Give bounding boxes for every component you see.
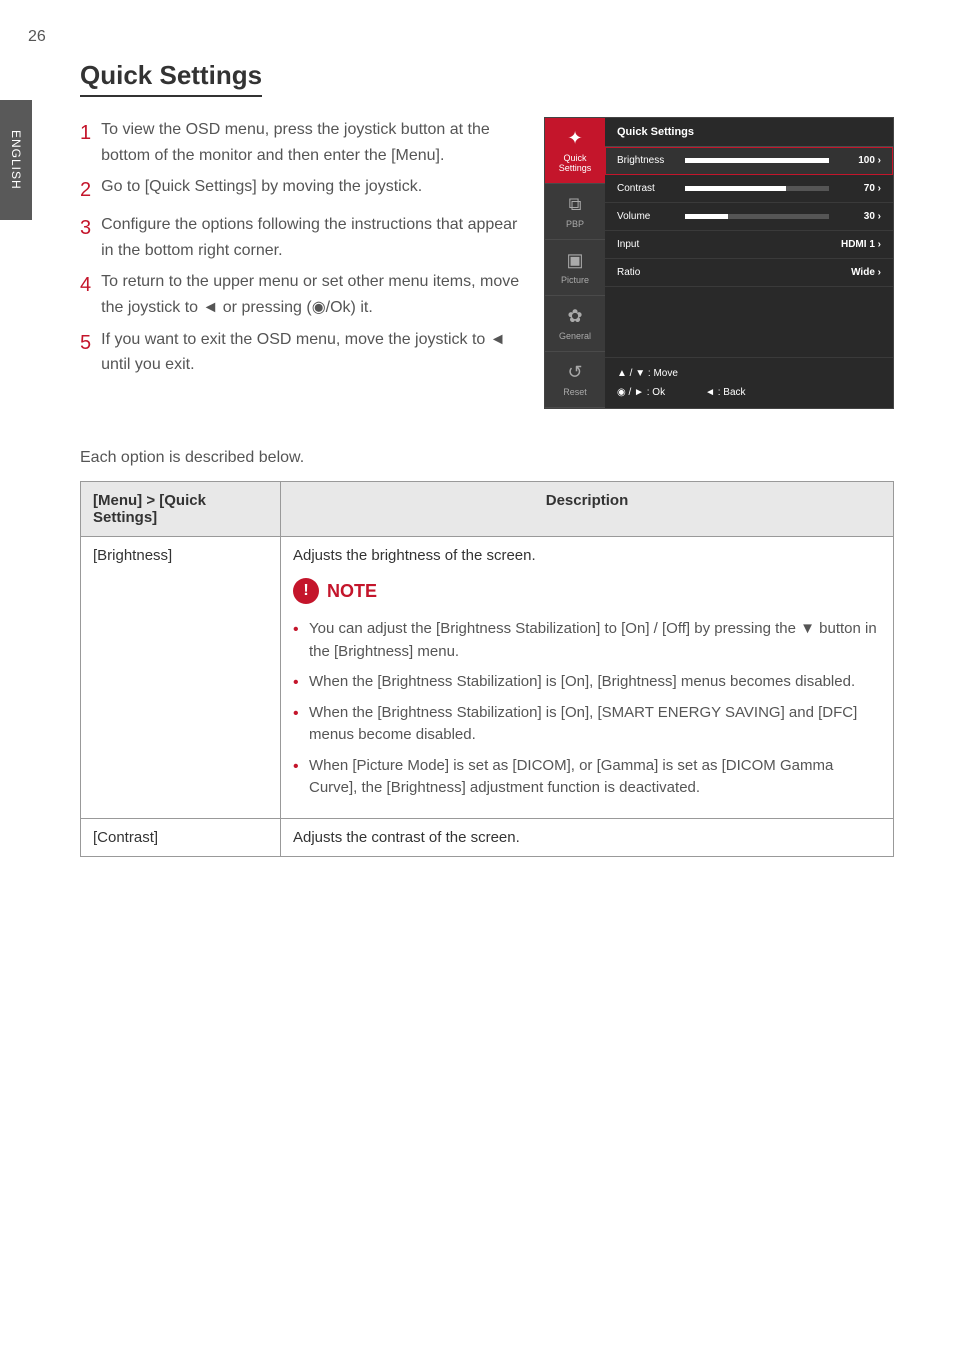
osd-row-label: Input <box>617 239 677 250</box>
step-text: Configure the options following the inst… <box>101 212 524 263</box>
note-icon: ! <box>293 578 319 604</box>
step-item: 4 To return to the upper menu or set oth… <box>80 269 524 320</box>
osd-row-label: Brightness <box>617 155 677 166</box>
sidebar-label: Reset <box>563 387 587 397</box>
osd-row-value: Wide › <box>837 267 881 278</box>
osd-row-value: 30 › <box>837 211 881 222</box>
osd-row-volume[interactable]: Volume 30 › <box>605 203 893 231</box>
osd-row-value: 100 › <box>837 155 881 166</box>
step-number: 1 <box>80 117 91 168</box>
table-cell-desc: Adjusts the brightness of the screen. ! … <box>281 537 894 819</box>
bullet-item: When the [Brightness Stabilization] is [… <box>293 671 881 694</box>
footer-ok-hint: ◉ / ► : Ok <box>617 387 665 398</box>
picture-icon: ▣ <box>549 250 601 271</box>
osd-row-value: HDMI 1 › <box>837 239 881 250</box>
language-tab: ENGLISH <box>0 100 32 220</box>
desc-intro: Adjusts the brightness of the screen. <box>293 547 881 564</box>
step-item: 5 If you want to exit the OSD menu, move… <box>80 327 524 378</box>
reset-icon: ↺ <box>549 362 601 383</box>
osd-row-ratio[interactable]: Ratio Wide › <box>605 259 893 287</box>
osd-row-input[interactable]: Input HDMI 1 › <box>605 231 893 259</box>
step-item: 3 Configure the options following the in… <box>80 212 524 263</box>
slider-track <box>685 186 829 191</box>
slider-fill <box>685 186 786 191</box>
step-text: To return to the upper menu or set other… <box>101 269 524 320</box>
osd-panel: ✦ Quick Settings ⧉ PBP ▣ Picture ✿ Gener… <box>544 117 894 409</box>
osd-sidebar: ✦ Quick Settings ⧉ PBP ▣ Picture ✿ Gener… <box>545 118 605 408</box>
description-table: [Menu] > [Quick Settings] Description [B… <box>80 481 894 857</box>
table-cell-name: [Contrast] <box>81 818 281 856</box>
slider-fill <box>685 214 728 219</box>
osd-row-brightness[interactable]: Brightness 100 › <box>605 147 893 175</box>
step-text: Go to [Quick Settings] by moving the joy… <box>101 174 422 206</box>
sidebar-item-quick-settings[interactable]: ✦ Quick Settings <box>545 118 605 184</box>
sidebar-label: General <box>559 331 591 341</box>
step-item: 2 Go to [Quick Settings] by moving the j… <box>80 174 524 206</box>
footer-move-hint: ▲ / ▼ : Move <box>617 368 678 379</box>
osd-main: Quick Settings Brightness 100 › Contrast… <box>605 118 893 408</box>
step-item: 1 To view the OSD menu, press the joysti… <box>80 117 524 168</box>
sidebar-label: Quick Settings <box>559 153 592 173</box>
sidebar-item-picture[interactable]: ▣ Picture <box>545 240 605 296</box>
step-number: 4 <box>80 269 91 320</box>
section-title: Quick Settings <box>80 60 262 97</box>
step-text: To view the OSD menu, press the joystick… <box>101 117 524 168</box>
bullet-item: When the [Brightness Stabilization] is [… <box>293 702 881 747</box>
general-icon: ✿ <box>549 306 601 327</box>
sidebar-item-reset[interactable]: ↺ Reset <box>545 352 605 408</box>
note-label-text: NOTE <box>327 581 377 602</box>
table-header-menu: [Menu] > [Quick Settings] <box>81 482 281 537</box>
sidebar-item-pbp[interactable]: ⧉ PBP <box>545 184 605 240</box>
osd-row-label: Contrast <box>617 183 677 194</box>
step-number: 2 <box>80 174 91 206</box>
osd-footer: ▲ / ▼ : Move ◉ / ► : Ok ◄ : Back <box>605 357 893 408</box>
note-heading: ! NOTE <box>293 578 377 604</box>
osd-header: Quick Settings <box>605 118 893 147</box>
slider-track <box>685 158 829 163</box>
slider-fill <box>685 158 829 163</box>
step-text: If you want to exit the OSD menu, move t… <box>101 327 524 378</box>
table-row: [Contrast] Adjusts the contrast of the s… <box>81 818 894 856</box>
table-row: [Brightness] Adjusts the brightness of t… <box>81 537 894 819</box>
sidebar-label: Picture <box>561 275 589 285</box>
sidebar-label: PBP <box>566 219 584 229</box>
quick-settings-icon: ✦ <box>549 128 601 149</box>
bullet-item: When [Picture Mode] is set as [DICOM], o… <box>293 755 881 800</box>
osd-row-label: Volume <box>617 211 677 222</box>
page-number: 26 <box>28 28 46 46</box>
table-cell-name: [Brightness] <box>81 537 281 819</box>
table-header-description: Description <box>281 482 894 537</box>
sidebar-item-general[interactable]: ✿ General <box>545 296 605 352</box>
slider-track <box>685 214 829 219</box>
steps-list: 1 To view the OSD menu, press the joysti… <box>80 117 524 384</box>
step-number: 5 <box>80 327 91 378</box>
osd-row-value: 70 › <box>837 183 881 194</box>
pbp-icon: ⧉ <box>549 194 601 215</box>
table-intro: Each option is described below. <box>80 449 894 467</box>
osd-row-contrast[interactable]: Contrast 70 › <box>605 175 893 203</box>
note-block: ! NOTE You can adjust the [Brightness St… <box>293 578 881 800</box>
footer-back-hint: ◄ : Back <box>705 387 745 398</box>
table-cell-desc: Adjusts the contrast of the screen. <box>281 818 894 856</box>
osd-row-label: Ratio <box>617 267 677 278</box>
step-number: 3 <box>80 212 91 263</box>
note-bullets: You can adjust the [Brightness Stabiliza… <box>293 618 881 800</box>
bullet-item: You can adjust the [Brightness Stabiliza… <box>293 618 881 663</box>
